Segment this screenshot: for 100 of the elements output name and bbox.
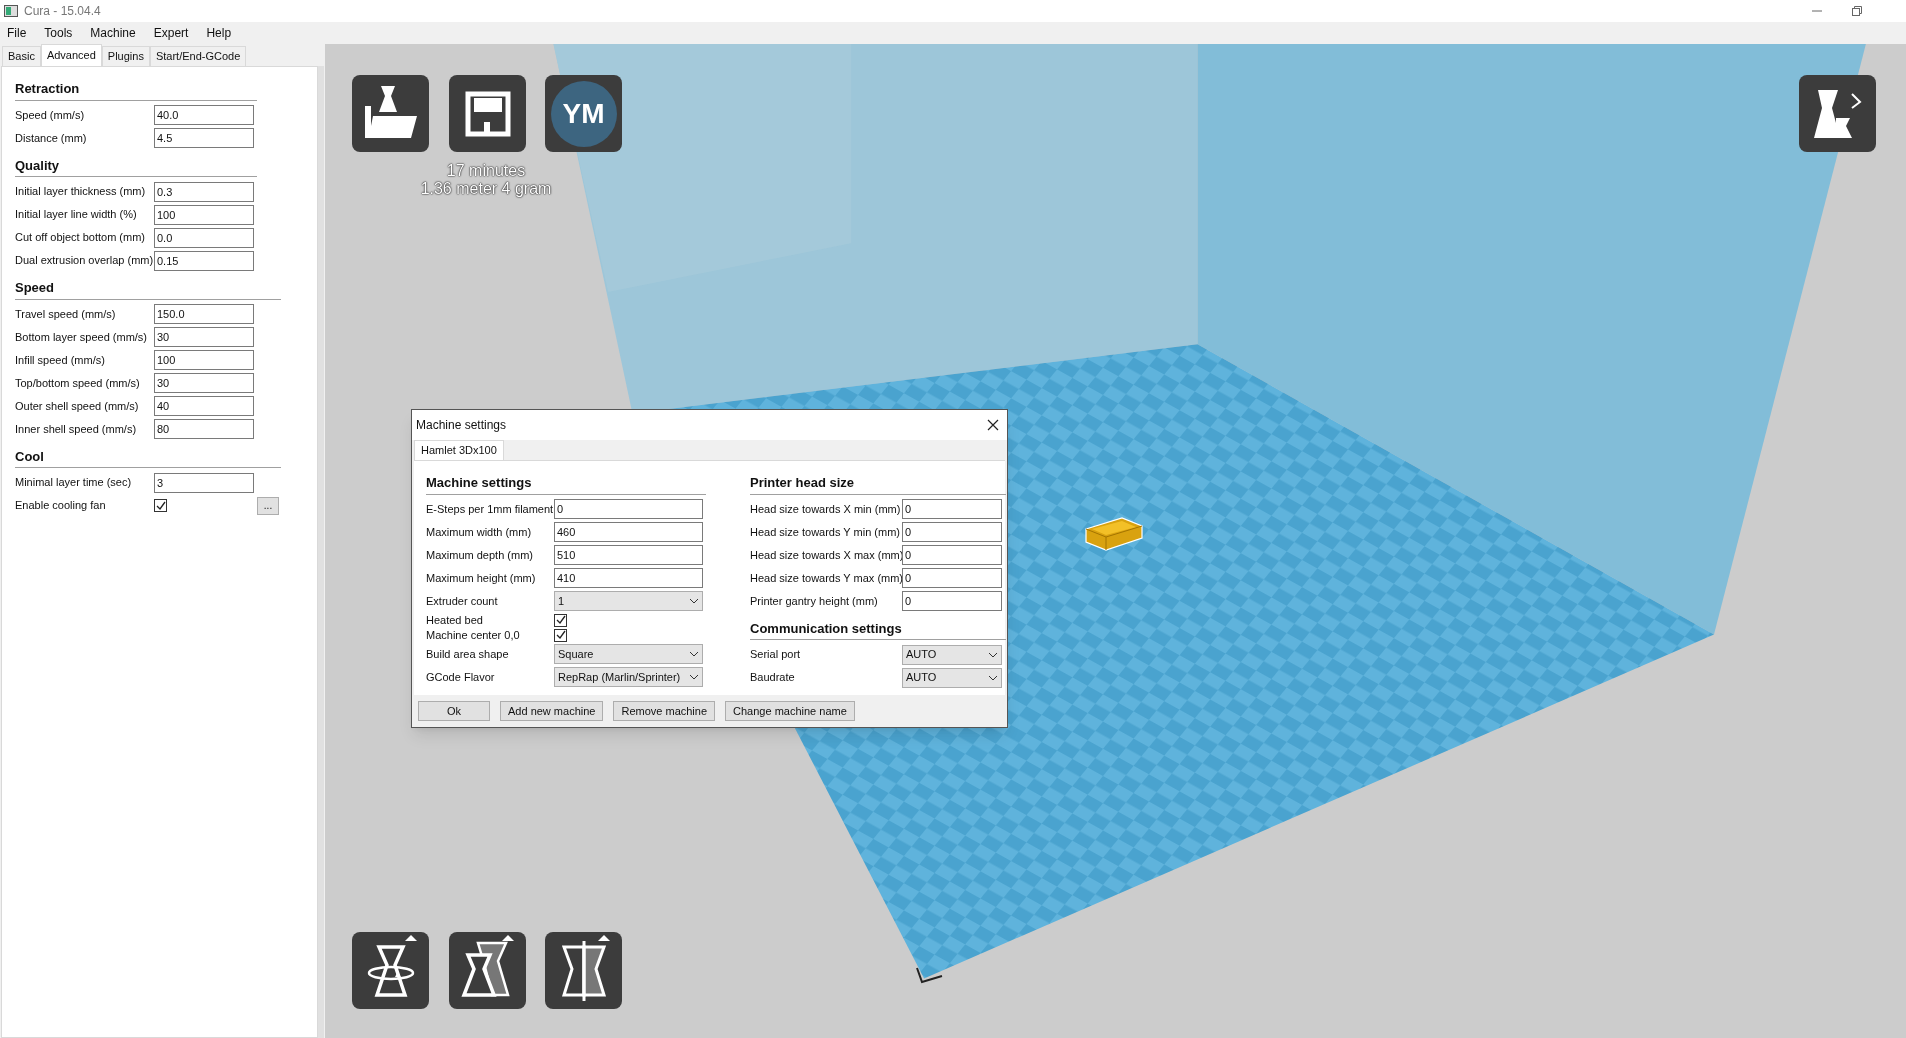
section-heading: Communication settings: [750, 618, 1006, 640]
setting-label: Inner shell speed (mm/s): [15, 421, 138, 437]
setting-label: Build area shape: [426, 646, 510, 662]
panel-tab[interactable]: Basic: [2, 46, 41, 66]
input-field[interactable]: 460: [554, 522, 703, 542]
dialog-button[interactable]: Add new machine: [500, 701, 604, 721]
panel-tab[interactable]: Advanced: [40, 44, 102, 66]
setting-label: Maximum depth (mm): [426, 547, 534, 563]
setting-label: Infill speed (mm/s): [15, 352, 106, 368]
caret-icon: [689, 598, 699, 604]
input-field[interactable]: 510: [554, 545, 703, 565]
load-model-button[interactable]: [352, 75, 429, 152]
section-heading: Cool: [15, 446, 281, 468]
dropdown[interactable]: Square: [554, 644, 703, 664]
setting-label: Top/bottom speed (mm/s): [15, 375, 141, 391]
section-heading: Quality: [15, 155, 257, 177]
menu-item[interactable]: File: [7, 24, 27, 42]
setting-label: Extruder count: [426, 593, 499, 609]
print-estimate: 1.36 meter 4 gram: [420, 180, 552, 198]
dropdown[interactable]: AUTO: [902, 644, 1002, 665]
input-field[interactable]: 0: [902, 499, 1002, 519]
input-field[interactable]: 100: [154, 204, 254, 225]
menu-item[interactable]: Help: [206, 24, 232, 42]
model-box-drawing: [1084, 514, 1144, 554]
input-field[interactable]: 40: [154, 396, 254, 416]
setting-label: Initial layer thickness (mm): [15, 184, 147, 200]
setting-label: Head size towards Y min (mm): [750, 524, 901, 540]
caret-icon: [988, 651, 998, 658]
menu-item[interactable]: Machine: [90, 24, 136, 42]
setting-label: Bottom layer speed (mm/s): [15, 329, 149, 345]
section-heading: Speed: [15, 278, 281, 300]
input-field[interactable]: 0.15: [154, 250, 254, 271]
setting-label: Maximum width (mm): [426, 524, 533, 540]
setting-label: Serial port: [750, 647, 802, 663]
setting-label: Printer gantry height (mm): [750, 593, 879, 609]
setting-label: Dual extrusion overlap (mm): [15, 253, 154, 269]
input-field[interactable]: 410: [554, 568, 703, 588]
input-field[interactable]: 0: [902, 522, 1002, 542]
setting-label: Cut off object bottom (mm): [15, 230, 146, 246]
more-button[interactable]: ...: [257, 496, 279, 515]
setting-label: Heated bed: [426, 612, 484, 628]
input-field[interactable]: 40.0: [154, 105, 254, 125]
dropdown[interactable]: RepRap (Marlin/Sprinter): [554, 667, 703, 687]
restore-icon[interactable]: [1852, 6, 1862, 16]
dialog-button[interactable]: Change machine name: [725, 701, 855, 721]
menu-item[interactable]: Expert: [153, 24, 189, 42]
setting-label: Distance (mm): [15, 130, 88, 146]
dialog-button[interactable]: Ok: [418, 701, 490, 721]
close-icon[interactable]: [987, 419, 999, 431]
scale-button[interactable]: [449, 932, 526, 1009]
setting-label: Travel speed (mm/s): [15, 306, 117, 322]
view-mode-button[interactable]: [1799, 75, 1876, 152]
input-field[interactable]: 0: [554, 499, 703, 519]
dropdown[interactable]: AUTO: [902, 667, 1002, 688]
setting-label: Head size towards Y max (mm): [750, 570, 902, 586]
input-field[interactable]: 80: [154, 419, 254, 439]
input-field[interactable]: 100: [154, 350, 254, 370]
setting-label: GCode Flavor: [426, 669, 496, 685]
panel-tab[interactable]: Plugins: [101, 46, 150, 66]
mirror-button[interactable]: [545, 932, 622, 1009]
app-icon: [4, 5, 18, 17]
input-field[interactable]: 150.0: [154, 304, 254, 324]
setting-label: Baudrate: [750, 670, 796, 686]
menu-item[interactable]: Tools: [44, 24, 73, 42]
section-heading: Machine settings: [426, 473, 706, 495]
dialog-button[interactable]: Remove machine: [613, 701, 716, 721]
rotate-button[interactable]: [352, 932, 429, 1009]
input-field[interactable]: 0.3: [154, 181, 254, 202]
input-field[interactable]: 30: [154, 327, 254, 347]
setting-label: E-Steps per 1mm filament: [426, 501, 554, 517]
setting-label: Outer shell speed (mm/s): [15, 398, 140, 414]
checkbox[interactable]: [554, 628, 567, 642]
setting-label: Maximum height (mm): [426, 570, 537, 586]
setting-label: Speed (mm/s): [15, 107, 86, 123]
caret-icon: [689, 651, 699, 657]
axis-icon: [914, 966, 944, 986]
input-field[interactable]: 0: [902, 591, 1002, 611]
section-heading: Retraction: [15, 79, 257, 101]
setting-label: Machine center 0,0: [426, 627, 521, 643]
section-heading: Printer head size: [750, 473, 1006, 495]
dialog-tab[interactable]: Hamlet 3Dx100: [414, 440, 504, 460]
setting-label: Minimal layer time (sec): [15, 475, 133, 491]
setting-label: Enable cooling fan: [15, 498, 107, 514]
dialog-title: Machine settings: [416, 417, 507, 434]
input-field[interactable]: 0: [902, 545, 1002, 565]
input-field[interactable]: 3: [154, 472, 254, 493]
input-field[interactable]: 4.5: [154, 128, 254, 148]
input-field[interactable]: 0: [902, 568, 1002, 588]
caret-icon: [988, 674, 998, 681]
input-field[interactable]: 0.0: [154, 227, 254, 248]
save-button[interactable]: [449, 75, 526, 152]
checkbox[interactable]: [554, 613, 567, 627]
input-field[interactable]: 30: [154, 373, 254, 393]
panel-tab[interactable]: Start/End-GCode: [149, 46, 247, 66]
window-title: Cura - 15.04.4: [24, 3, 101, 20]
setting-label: Initial layer line width (%): [15, 207, 138, 223]
setting-label: Head size towards X min (mm): [750, 501, 902, 517]
dropdown[interactable]: 1: [554, 591, 703, 611]
caret-icon: [689, 674, 699, 680]
checkbox[interactable]: [154, 499, 167, 512]
